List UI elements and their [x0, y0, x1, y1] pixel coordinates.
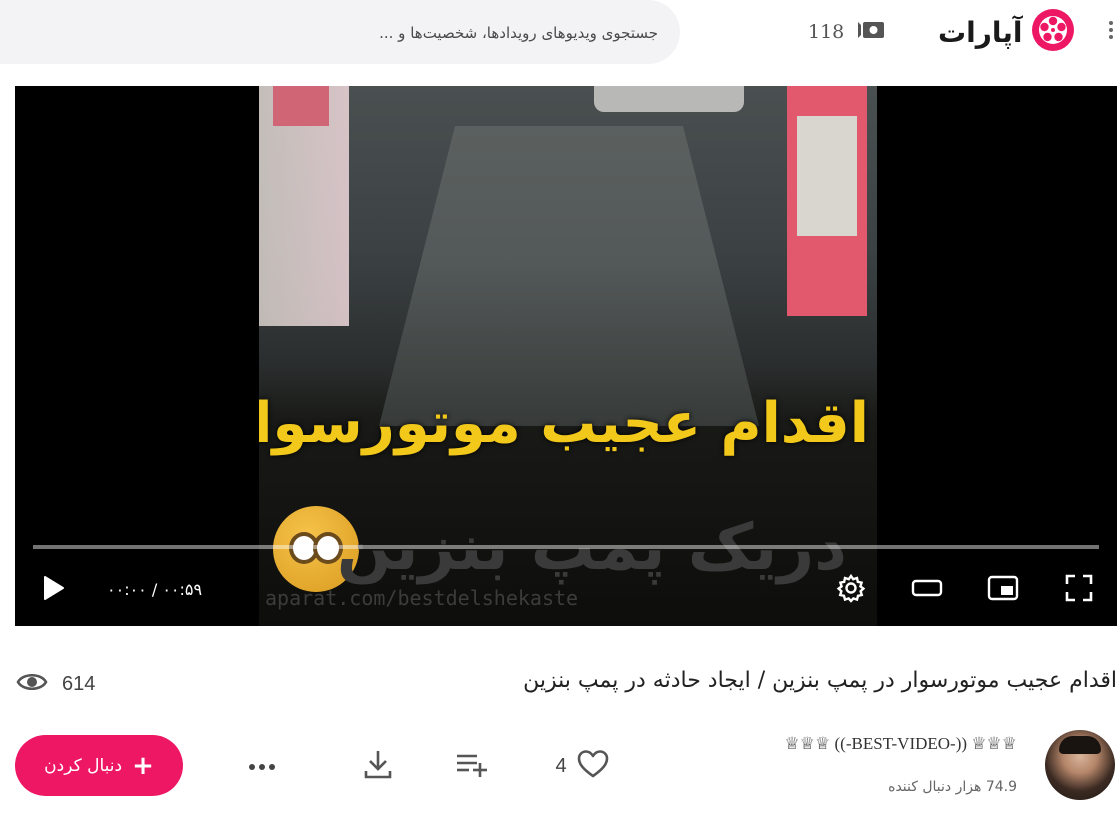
channel-avatar[interactable] — [1045, 730, 1115, 800]
theater-mode-icon — [911, 577, 943, 603]
live-count: 118 — [808, 21, 845, 43]
logo-text: آپارات — [938, 15, 1023, 49]
picture-in-picture-button[interactable] — [987, 574, 1019, 606]
add-to-playlist-button[interactable] — [454, 748, 490, 784]
video-title: اقدام عجیب موتورسوار در پمپ بنزین / ایجا… — [523, 668, 1117, 693]
more-horizontal-icon — [247, 757, 277, 776]
film-reel-icon — [1030, 7, 1076, 57]
player-controls: ۰۰:۰۰ / ۰۰:۵۹ — [15, 570, 1117, 614]
search-input[interactable] — [58, 20, 658, 46]
follow-button[interactable]: + دنبال کردن — [15, 735, 183, 796]
live-badge[interactable]: 118 — [808, 20, 886, 44]
channel-followers: 74.9 هزار دنبال کننده — [888, 779, 1017, 795]
follow-label: دنبال کردن — [44, 755, 123, 776]
progress-bar[interactable] — [33, 545, 1099, 549]
like-button[interactable]: 4 — [548, 748, 616, 784]
play-icon — [40, 575, 66, 605]
top-header: 118 آپارات — [0, 0, 1117, 66]
gear-icon — [836, 573, 866, 607]
view-count-number: 614 — [62, 672, 96, 695]
theater-mode-button[interactable] — [911, 574, 943, 606]
settings-button[interactable] — [835, 573, 867, 607]
fullscreen-icon — [1064, 573, 1094, 607]
aparat-logo[interactable]: آپارات — [938, 8, 1076, 56]
video-player[interactable]: اقدام عجیب موتورسوار دریک پمپ بنزین apar… — [15, 86, 1117, 626]
channel-name[interactable]: ♕♕♕ ((-BEST-VIDEO-)) ♕♕♕ — [785, 734, 1017, 754]
picture-in-picture-icon — [987, 574, 1019, 606]
like-count: 4 — [555, 754, 567, 777]
time-display: ۰۰:۰۰ / ۰۰:۵۹ — [107, 580, 203, 599]
download-button[interactable] — [360, 748, 396, 784]
view-count: 614 — [16, 670, 95, 698]
download-icon — [362, 748, 394, 784]
fullscreen-button[interactable] — [1063, 574, 1095, 606]
more-options-button[interactable] — [244, 748, 280, 784]
heart-icon — [577, 749, 609, 783]
live-video-icon — [856, 19, 886, 45]
playlist-add-icon — [455, 750, 489, 782]
menu-kebab-icon[interactable] — [1105, 18, 1117, 46]
plus-icon: + — [132, 750, 154, 781]
eye-icon — [16, 670, 48, 698]
play-button[interactable] — [37, 574, 69, 606]
search-box[interactable] — [0, 0, 680, 64]
video-overlay-title: اقدام عجیب موتورسوار — [259, 391, 871, 456]
